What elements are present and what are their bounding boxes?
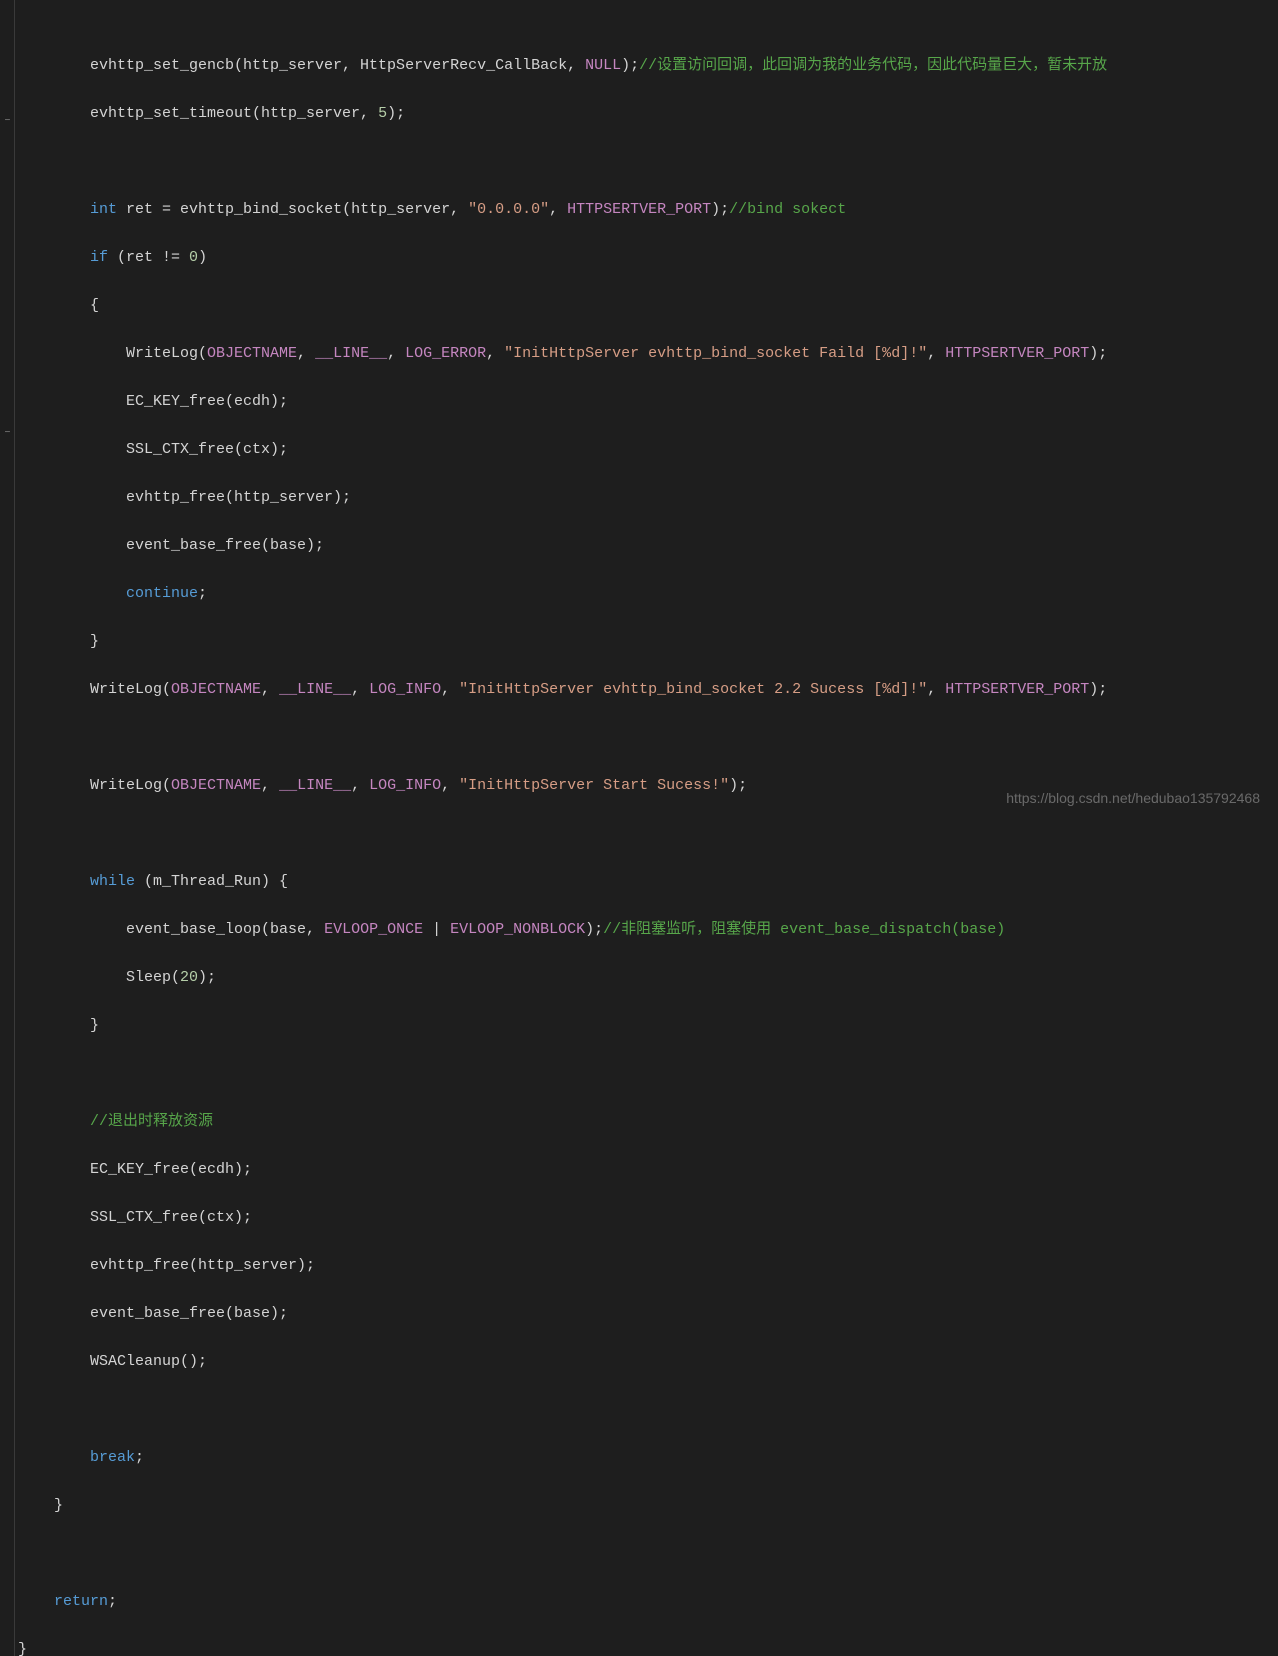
code-line	[0, 726, 1278, 750]
code-line: int ret = evhttp_bind_socket(http_server…	[0, 198, 1278, 222]
code-line: WriteLog(OBJECTNAME, __LINE__, LOG_ERROR…	[0, 342, 1278, 366]
code-line: evhttp_free(http_server);	[0, 486, 1278, 510]
code-line: Sleep(20);	[0, 966, 1278, 990]
code-line	[0, 822, 1278, 846]
code-line: break;	[0, 1446, 1278, 1470]
code-line: event_base_loop(base, EVLOOP_ONCE | EVLO…	[0, 918, 1278, 942]
code-line: evhttp_set_gencb(http_server, HttpServer…	[0, 54, 1278, 78]
code-line: SSL_CTX_free(ctx);	[0, 438, 1278, 462]
code-line: EC_KEY_free(ecdh);	[0, 1158, 1278, 1182]
code-line: //退出时释放资源	[0, 1110, 1278, 1134]
code-line: SSL_CTX_free(ctx);	[0, 1206, 1278, 1230]
code-line: evhttp_set_timeout(http_server, 5);	[0, 102, 1278, 126]
code-line: if (ret != 0)	[0, 246, 1278, 270]
watermark: https://blog.csdn.net/hedubao135792468	[1006, 786, 1260, 810]
code-line: }	[0, 1014, 1278, 1038]
code-line	[0, 150, 1278, 174]
code-line: event_base_free(base);	[0, 534, 1278, 558]
code-line: return;	[0, 1590, 1278, 1614]
code-line: EC_KEY_free(ecdh);	[0, 390, 1278, 414]
code-editor[interactable]: − − evhttp_set_gencb(http_server, HttpSe…	[0, 0, 1278, 1656]
code-line	[0, 1062, 1278, 1086]
code-line	[0, 1398, 1278, 1422]
gutter: − −	[0, 0, 15, 1656]
code-line: }	[0, 1494, 1278, 1518]
code-line: WSACleanup();	[0, 1350, 1278, 1374]
code-line: event_base_free(base);	[0, 1302, 1278, 1326]
code-line: }	[0, 630, 1278, 654]
code-line: while (m_Thread_Run) {	[0, 870, 1278, 894]
code-line	[0, 1542, 1278, 1566]
code-line: }	[0, 1638, 1278, 1656]
fold-marker[interactable]: −	[3, 430, 12, 439]
code-line: evhttp_free(http_server);	[0, 1254, 1278, 1278]
code-line: continue;	[0, 582, 1278, 606]
fold-marker[interactable]: −	[3, 118, 12, 127]
code-line: WriteLog(OBJECTNAME, __LINE__, LOG_INFO,…	[0, 678, 1278, 702]
code-line: {	[0, 294, 1278, 318]
